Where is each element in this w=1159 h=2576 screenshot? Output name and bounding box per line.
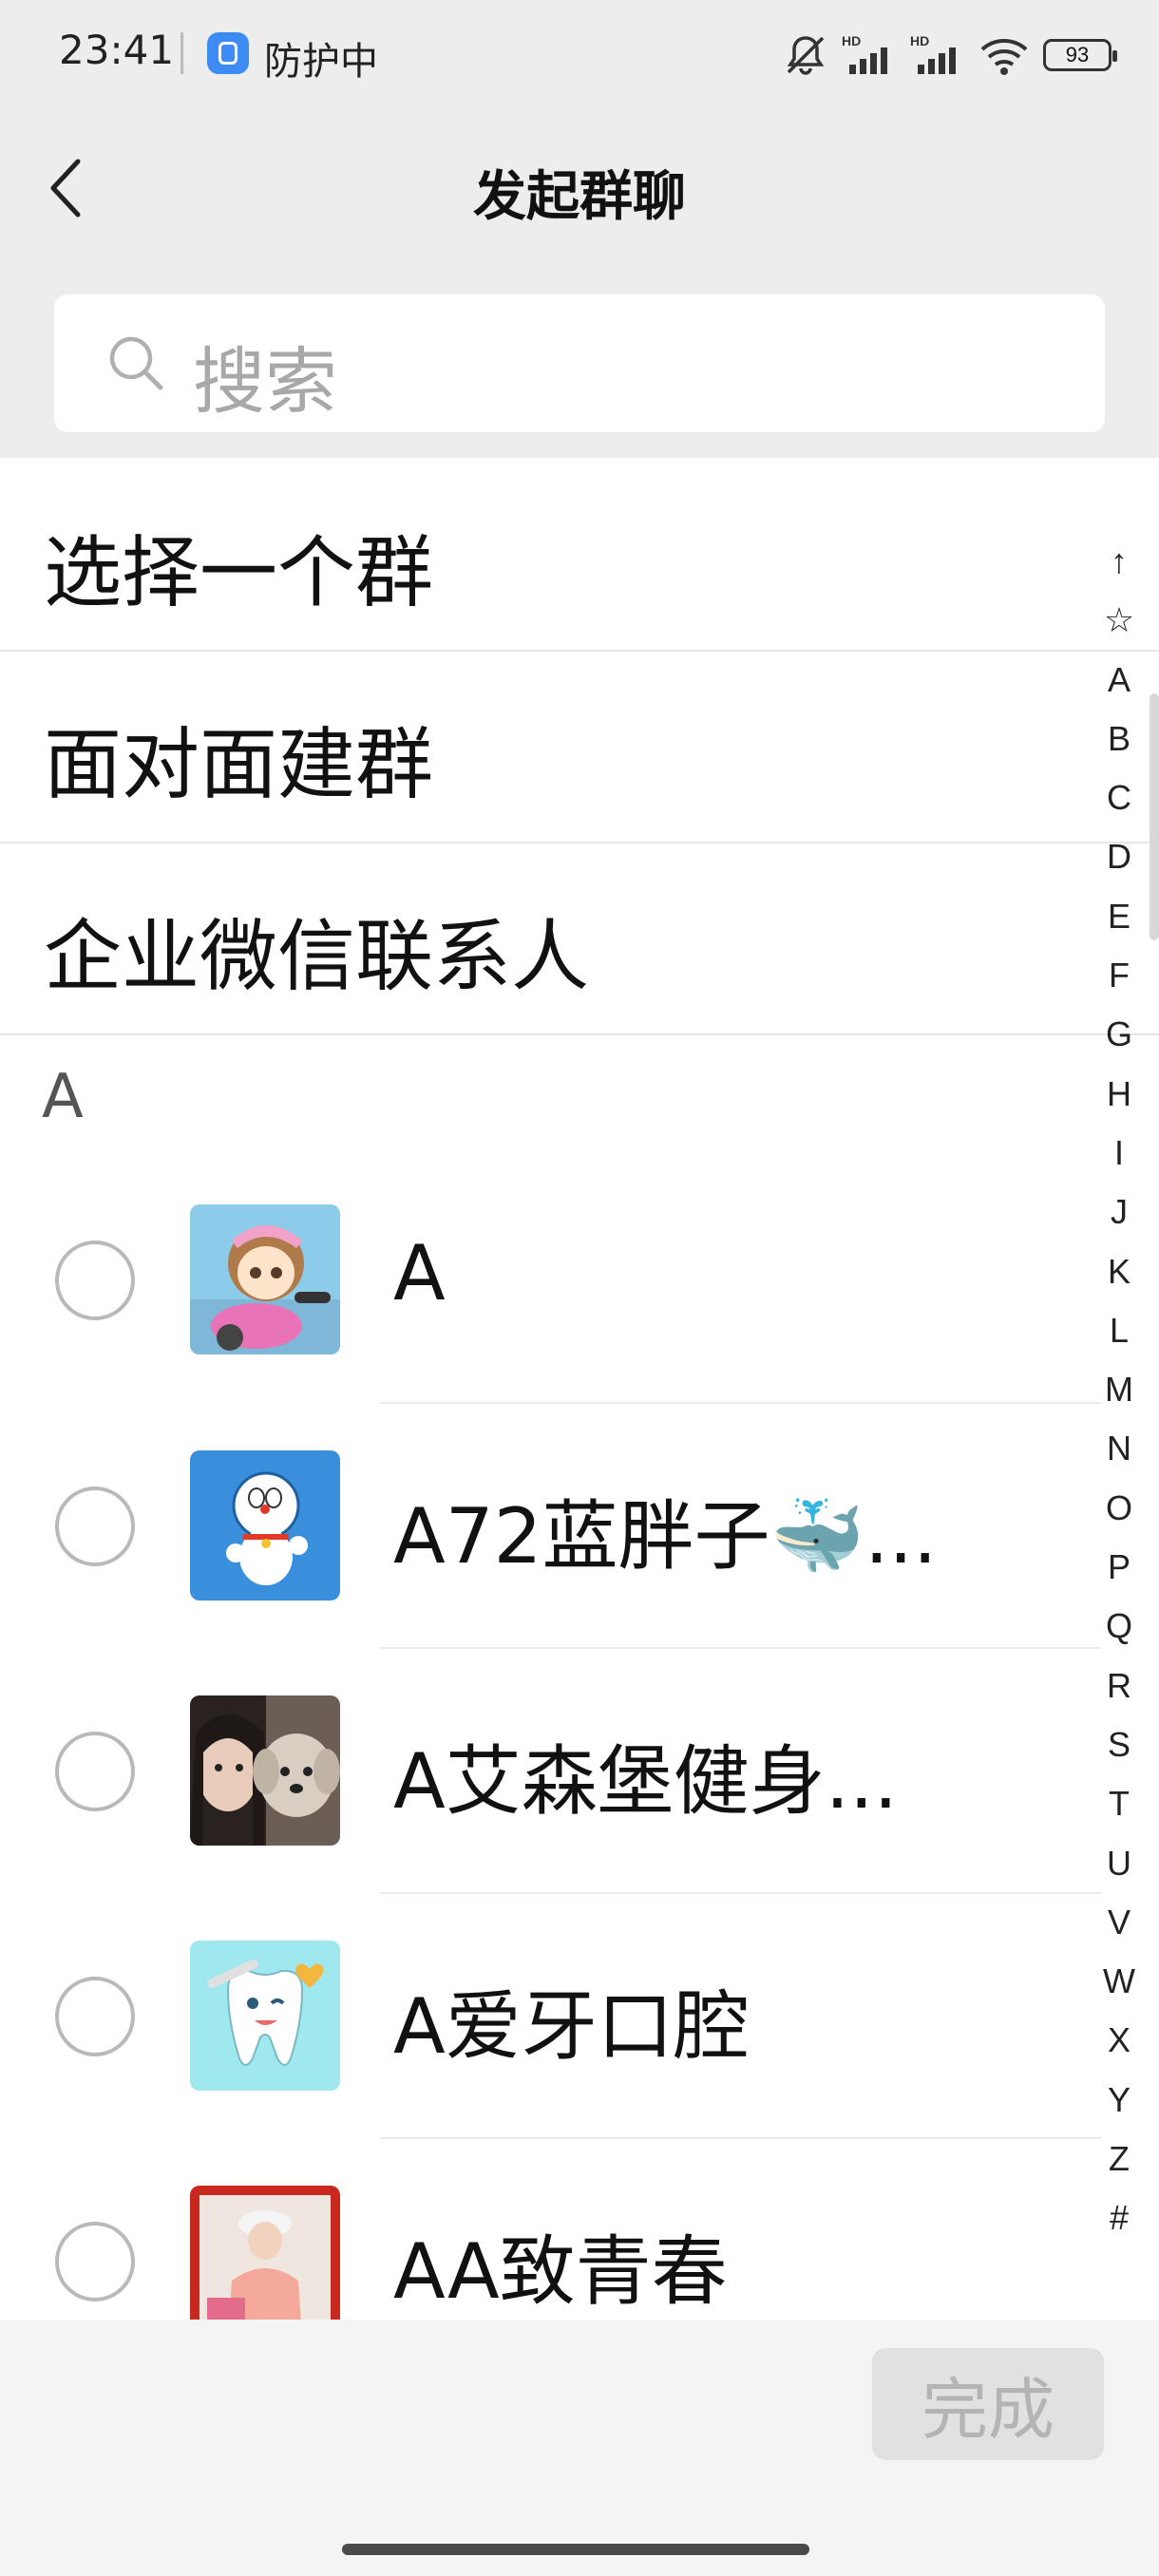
index-letter[interactable]: S <box>1092 1715 1146 1774</box>
search-placeholder: 搜索 <box>193 339 337 424</box>
index-letter[interactable]: W <box>1092 1952 1146 2011</box>
index-letter[interactable]: J <box>1092 1183 1146 1241</box>
index-letter[interactable]: Y <box>1092 2071 1146 2130</box>
avatar <box>190 1450 340 1601</box>
avatar <box>190 2186 340 2320</box>
svg-text:HD: HD <box>842 33 861 48</box>
search-input[interactable]: 搜索 <box>54 294 1105 432</box>
anime-girl-scooter-avatar <box>190 1204 340 1354</box>
doraemon-avatar <box>190 1450 340 1601</box>
contact-row[interactable]: A爱牙口腔 <box>0 1893 1102 2138</box>
girl-with-dog-avatar <box>190 1695 340 1846</box>
index-letter[interactable]: C <box>1092 768 1146 827</box>
index-letter[interactable]: T <box>1092 1774 1146 1833</box>
mute-bell-icon <box>787 36 825 75</box>
select-radio[interactable] <box>55 1241 135 1320</box>
menu-item-wecom-contacts[interactable]: 企业微信联系人 <box>0 843 1159 1035</box>
select-radio[interactable] <box>55 2222 135 2301</box>
header: 发起群聊 <box>0 112 1159 268</box>
menu-item-label: 选择一个群 <box>44 528 434 618</box>
contact-name: A <box>393 1229 446 1317</box>
home-indicator[interactable] <box>342 2544 809 2555</box>
contact-name: A艾森堡健身... <box>393 1737 899 1826</box>
contact-row[interactable]: A <box>0 1157 1102 1402</box>
index-letter[interactable]: U <box>1092 1834 1146 1893</box>
alphabet-index[interactable]: ↑ ☆ A B C D E F G H I J K L M N O P Q R S T U V W X Y Z # <box>1092 532 1146 2248</box>
select-radio[interactable] <box>55 1732 135 1811</box>
index-letter[interactable]: L <box>1092 1301 1146 1360</box>
contact-name: AA致青春 <box>393 2227 728 2316</box>
cartoon-tooth-avatar <box>190 1941 340 2091</box>
status-app-text: 防护中 <box>264 40 378 84</box>
index-letter[interactable]: P <box>1092 1538 1146 1597</box>
index-letter[interactable]: M <box>1092 1360 1146 1419</box>
status-time: 23:41 <box>59 27 175 73</box>
index-letter[interactable]: Z <box>1092 2130 1146 2188</box>
index-letter[interactable]: N <box>1092 1419 1146 1478</box>
avatar <box>190 1695 340 1846</box>
avatar <box>190 1204 340 1354</box>
section-header: A <box>42 1062 84 1132</box>
scrollbar[interactable] <box>1150 693 1159 940</box>
contact-name: A爱牙口腔 <box>393 1982 750 2071</box>
done-button[interactable]: 完成 <box>872 2348 1104 2460</box>
search-icon <box>109 336 163 390</box>
index-letter[interactable]: X <box>1092 2011 1146 2070</box>
svg-text:HD: HD <box>910 33 929 48</box>
menu-item-label: 面对面建群 <box>44 720 434 810</box>
menu-item-label: 企业微信联系人 <box>44 912 590 1002</box>
security-app-icon <box>207 32 249 74</box>
index-letter[interactable]: R <box>1092 1657 1146 1715</box>
select-radio[interactable] <box>55 1977 135 2056</box>
wifi-icon <box>980 39 1028 75</box>
index-letter[interactable]: D <box>1092 827 1146 886</box>
contact-row[interactable]: A72蓝胖子🐳... <box>0 1403 1102 1648</box>
index-letter[interactable]: F <box>1092 946 1146 1005</box>
index-letter[interactable]: ☆ <box>1092 591 1146 650</box>
select-radio[interactable] <box>55 1487 135 1566</box>
index-letter[interactable]: V <box>1092 1893 1146 1952</box>
index-letter[interactable]: K <box>1092 1242 1146 1301</box>
index-letter[interactable]: O <box>1092 1479 1146 1538</box>
contact-name: A72蓝胖子🐳... <box>393 1492 938 1581</box>
status-indicators: HD HD 93 <box>783 28 1117 82</box>
search-area: 搜索 <box>0 268 1159 458</box>
index-letter[interactable]: # <box>1092 2188 1146 2247</box>
hd-signal-icon: HD <box>842 33 887 74</box>
contact-row[interactable]: A艾森堡健身... <box>0 1648 1102 1893</box>
index-letter[interactable]: E <box>1092 887 1146 946</box>
bottom-bar: 完成 <box>0 2320 1159 2521</box>
index-letter[interactable]: Q <box>1092 1597 1146 1656</box>
index-letter[interactable]: I <box>1092 1124 1146 1183</box>
index-letter[interactable]: H <box>1092 1065 1146 1124</box>
index-letter[interactable]: B <box>1092 710 1146 768</box>
index-letter[interactable]: ↑ <box>1092 532 1146 591</box>
index-letter[interactable]: G <box>1092 1005 1146 1064</box>
battery-icon: 93 <box>1043 39 1117 71</box>
menu-item-select-group[interactable]: 选择一个群 <box>0 460 1159 652</box>
girl-photo-avatar <box>190 2186 340 2320</box>
status-separator <box>180 32 183 74</box>
index-letter[interactable]: A <box>1092 651 1146 710</box>
status-bar: 23:41 防护中 HD HD 93 <box>0 0 1159 112</box>
hd-signal-icon: HD <box>910 33 956 74</box>
menu-item-face-to-face[interactable]: 面对面建群 <box>0 652 1159 843</box>
navigation-bar <box>0 2521 1159 2576</box>
avatar <box>190 1941 340 2091</box>
page-title: 发起群聊 <box>473 166 686 228</box>
contact-row[interactable]: AA致青春 <box>0 2138 1102 2320</box>
divider <box>0 1033 1159 1035</box>
